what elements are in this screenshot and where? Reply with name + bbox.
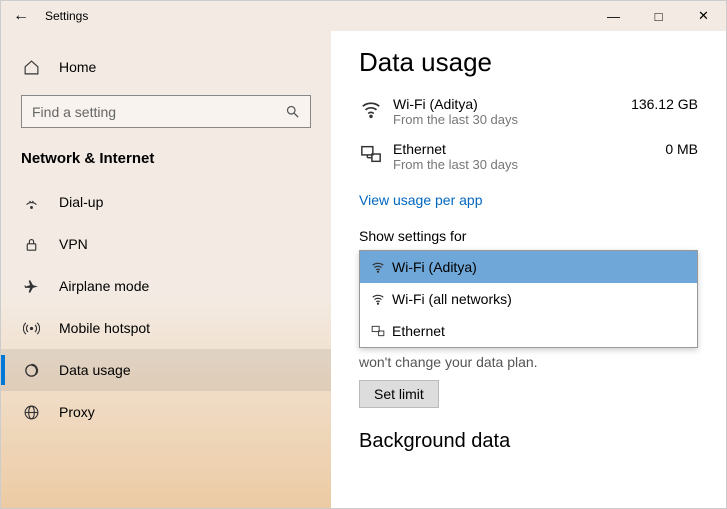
ethernet-icon [359,141,393,165]
titlebar: ← Settings — □ ✕ [1,1,726,31]
search-input[interactable]: Find a setting [21,95,311,128]
sidebar: Home Find a setting Network & Internet D… [1,31,331,508]
search-placeholder: Find a setting [32,104,285,120]
dropdown-option[interactable]: Wi-Fi (Aditya) [360,251,697,283]
wifi-icon [359,96,393,120]
usage-value: 136.12 GB [631,96,698,112]
background-data-heading: Background data [359,430,698,453]
wifi-icon [370,292,392,306]
dropdown-option-label: Wi-Fi (Aditya) [392,259,477,275]
view-usage-link[interactable]: View usage per app [359,192,483,208]
dropdown-option-label: Ethernet [392,323,445,339]
main-content: Data usage Wi-Fi (Aditya) From the last … [331,31,726,508]
sidebar-item-label: Mobile hotspot [59,320,150,336]
home-icon [21,59,41,76]
sidebar-home[interactable]: Home [1,49,331,85]
window-title: Settings [41,9,88,23]
sidebar-item-label: Proxy [59,404,95,420]
dropdown-option[interactable]: Wi-Fi (all networks) [360,283,697,315]
sidebar-item-airplane[interactable]: Airplane mode [1,265,331,307]
dialup-icon [21,194,41,211]
close-button[interactable]: ✕ [681,1,726,31]
hotspot-icon [21,320,41,337]
sidebar-item-proxy[interactable]: Proxy [1,391,331,433]
minimize-button[interactable]: — [591,1,636,31]
vpn-icon [21,236,41,253]
show-settings-label: Show settings for [359,228,698,244]
search-icon [285,104,300,119]
proxy-icon [21,404,41,421]
usage-row-wifi: Wi-Fi (Aditya) From the last 30 days 136… [359,96,698,127]
sidebar-item-label: Airplane mode [59,278,149,294]
sidebar-item-label: VPN [59,236,88,252]
sidebar-item-dialup[interactable]: Dial-up [1,181,331,223]
back-button[interactable]: ← [1,7,41,25]
usage-row-ethernet: Ethernet From the last 30 days 0 MB [359,141,698,172]
sidebar-item-datausage[interactable]: Data usage [1,349,331,391]
dropdown-option-label: Wi-Fi (all networks) [392,291,512,307]
usage-name: Ethernet [393,141,665,157]
ethernet-icon [370,324,392,338]
usage-value: 0 MB [665,141,698,157]
usage-sub: From the last 30 days [393,157,665,172]
dropdown-option[interactable]: Ethernet [360,315,697,347]
page-title: Data usage [359,47,698,78]
sidebar-home-label: Home [59,59,96,75]
settings-window: ← Settings — □ ✕ Home Find a setting Net… [0,0,727,509]
set-limit-button[interactable]: Set limit [359,380,439,408]
sidebar-item-label: Dial-up [59,194,103,210]
sidebar-section: Network & Internet [1,136,331,181]
airplane-icon [21,278,41,295]
sidebar-item-vpn[interactable]: VPN [1,223,331,265]
wifi-icon [370,260,392,274]
datausage-icon [21,362,41,379]
maximize-button[interactable]: □ [636,1,681,31]
network-dropdown[interactable]: Wi-Fi (Aditya) Wi-Fi (all networks) Ethe… [359,250,698,348]
sidebar-item-label: Data usage [59,362,131,378]
sidebar-item-hotspot[interactable]: Mobile hotspot [1,307,331,349]
usage-sub: From the last 30 days [393,112,631,127]
usage-name: Wi-Fi (Aditya) [393,96,631,112]
plan-note: won't change your data plan. [359,354,698,370]
